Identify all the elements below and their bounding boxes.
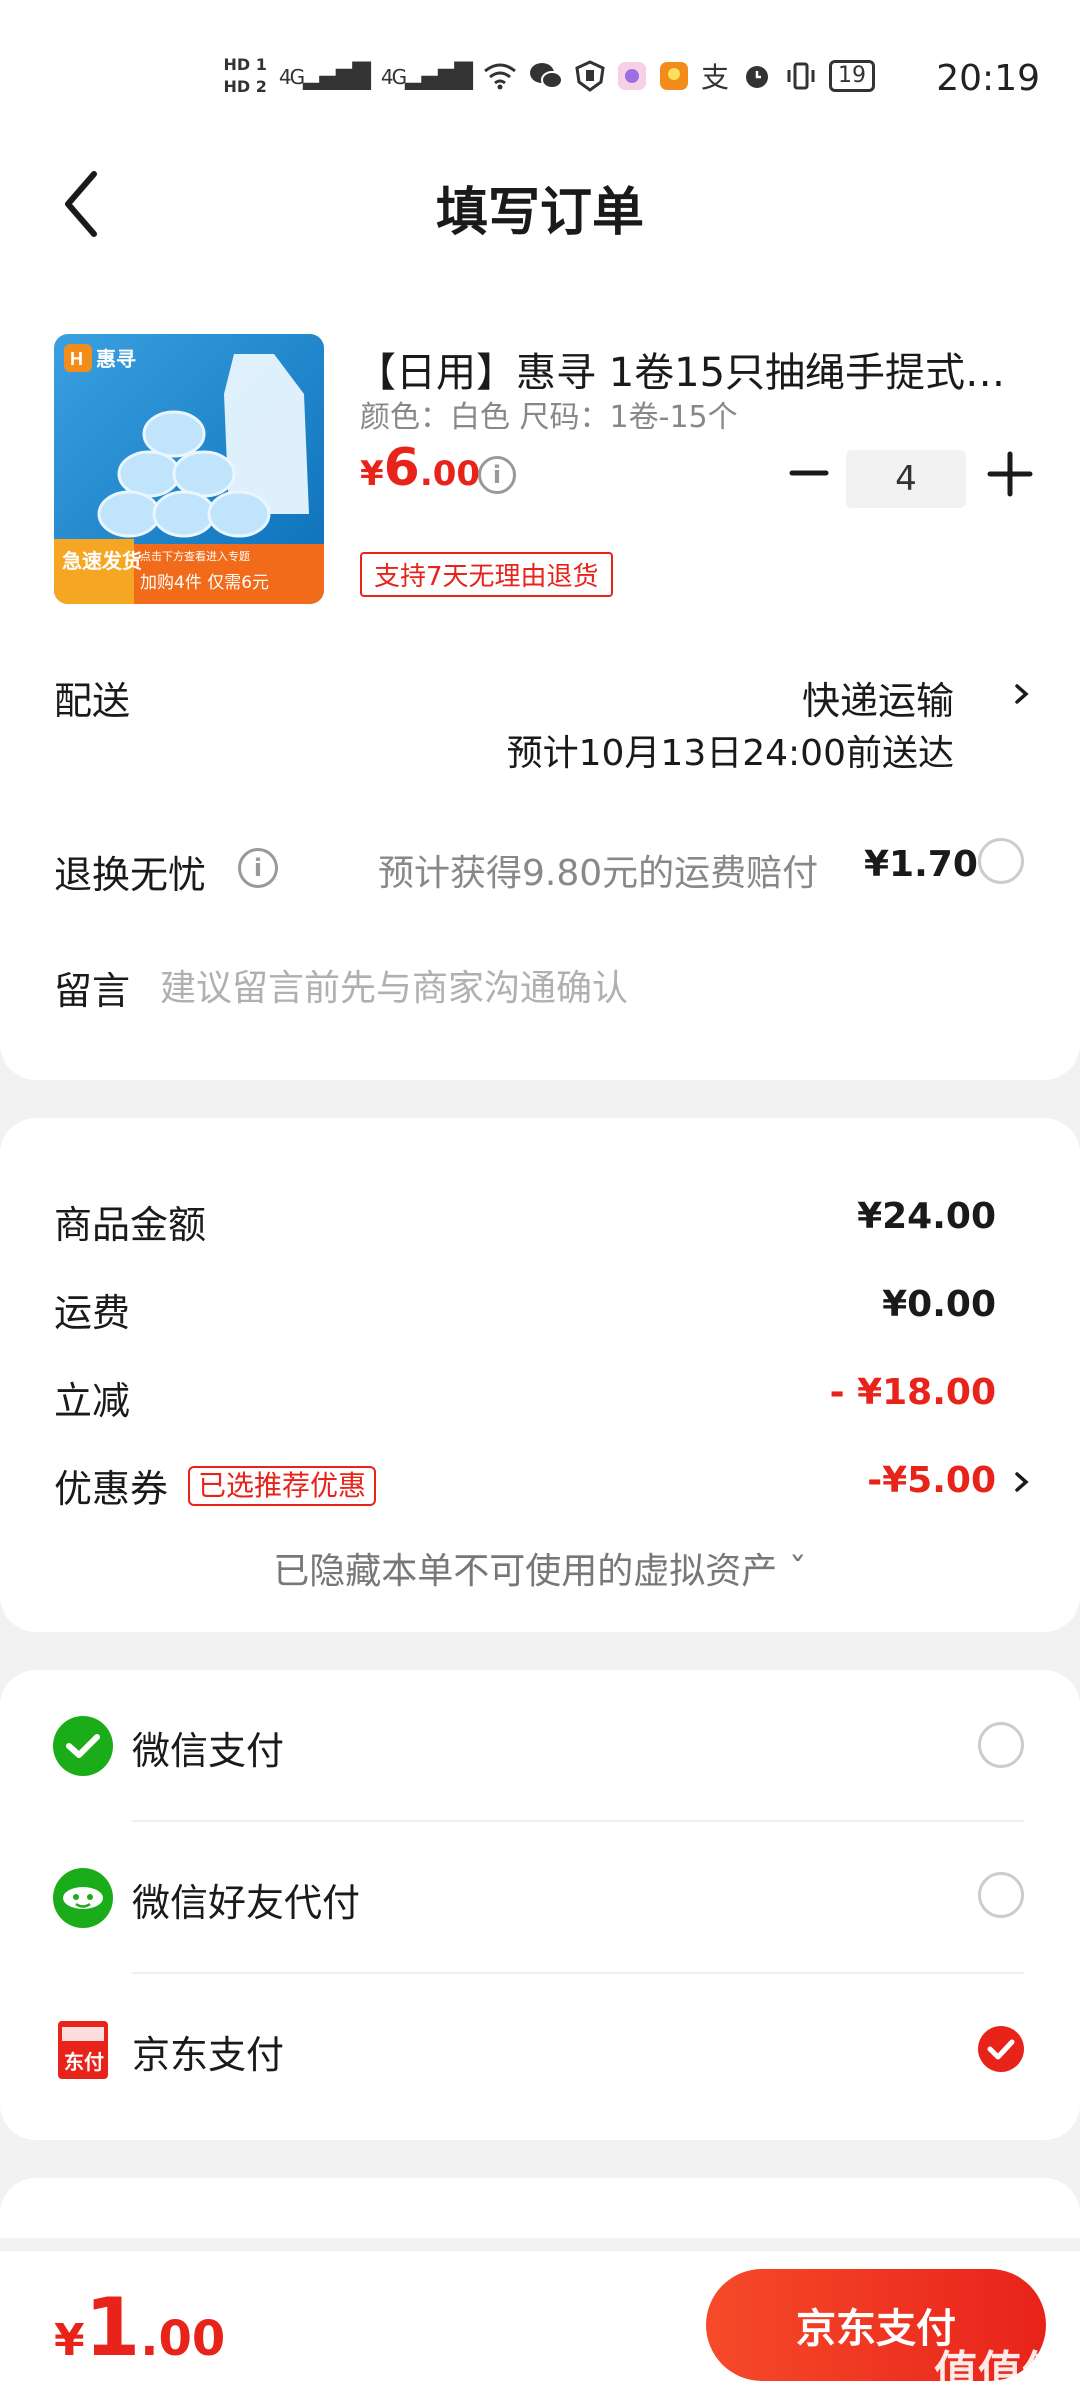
product-spec[interactable]: 颜色：白色 尺码：1卷-15个 <box>360 392 738 436</box>
clock: 20:19 <box>936 58 1040 99</box>
return-service-desc: 预计获得9.80元的运费赔付 <box>378 853 819 894</box>
product-speed-badge: 急速发货 <box>62 549 142 573</box>
title-bar: 填写订单 <box>0 150 1080 270</box>
alipay-status-icon: 支 <box>700 61 729 94</box>
payment-radio-wechat-friend[interactable] <box>978 1872 1024 1918</box>
wechat-friend-pay-icon <box>53 1868 113 1928</box>
alarm-icon <box>746 66 768 88</box>
payment-methods-card: 微信支付 微信好友代付 东付 京东支付 <box>0 1670 1080 2140</box>
return-service-radio[interactable] <box>978 838 1024 884</box>
signal-icon-1: 4G▂▄▆█ <box>278 62 371 90</box>
checkout-bar: ¥1.00 京东支付 <box>0 2250 1080 2401</box>
net1-label: 4G <box>278 65 305 89</box>
app-icon-colorful <box>617 62 646 90</box>
hd1-label: HD 1 <box>223 55 267 74</box>
payment-label-jd: 京东支付 <box>132 2033 285 2077</box>
discount-label: 立减 <box>54 1379 131 1423</box>
jd-pay-icon-text: 东付 <box>64 2050 104 2074</box>
product-image[interactable]: H 惠寻 急速发货 点击下方查看进入专题 加购4件 仅需6元 <box>54 334 324 604</box>
net2-label: 4G <box>380 65 407 89</box>
hd-indicator: HD 1 HD 2 <box>223 54 266 98</box>
coupon-value[interactable]: -¥5.00 <box>867 1460 996 1501</box>
quantity-value[interactable]: 4 <box>846 450 966 508</box>
coupon-chevron-right-icon[interactable] <box>1010 1466 1034 1498</box>
wechat-status-icon <box>529 63 563 89</box>
total-integer: 1 <box>84 2281 141 2374</box>
product-name[interactable]: 【日用】惠寻 1卷15只抽绳手提式垃圾袋 <box>356 340 1036 398</box>
price-decimal: .00 <box>419 454 481 494</box>
return-service-price: ¥1.70 <box>864 844 978 885</box>
payment-method-wechat-friend[interactable]: 微信好友代付 <box>0 1822 1080 1972</box>
vibrate-icon <box>787 62 815 90</box>
payment-label-wechat: 微信支付 <box>132 1729 285 1773</box>
wifi-icon <box>484 63 516 90</box>
svg-text:H: H <box>70 349 83 369</box>
product-thumbnail: H 惠寻 急速发货 点击下方查看进入专题 加购4件 仅需6元 <box>54 334 324 604</box>
status-icons: HD 1 HD 2 4G▂▄▆█ 4G▂▄▆█ 支 19 <box>223 54 875 98</box>
shipping-value: ¥0.00 <box>882 1284 996 1325</box>
price-integer: 6 <box>383 438 420 498</box>
check-icon <box>987 2039 1015 2060</box>
quantity-minus-button[interactable] <box>784 448 834 498</box>
quantity-plus-button[interactable] <box>982 446 1038 502</box>
product-brand-label: 惠寻 <box>96 347 136 371</box>
payment-radio-jd[interactable] <box>978 2026 1024 2072</box>
wechat-pay-icon <box>53 1716 113 1776</box>
jd-pay-icon: 东付 <box>58 2021 108 2079</box>
goods-amount-value: ¥24.00 <box>857 1196 996 1237</box>
order-details-card: H 惠寻 急速发货 点击下方查看进入专题 加购4件 仅需6元 【日用】惠寻 1卷… <box>0 270 1080 1080</box>
page-title: 填写订单 <box>435 183 644 243</box>
shipping-label: 运费 <box>54 1291 131 1335</box>
delivery-eta: 预计10月13日24:00前送达 <box>506 733 954 774</box>
total-price: ¥1.00 <box>54 2281 225 2374</box>
hand-shield-icon <box>575 60 605 92</box>
watermark-url: zhizhizhi.com <box>945 2382 1054 2401</box>
note-input[interactable] <box>160 958 1020 1018</box>
return-service-info-icon[interactable]: i <box>238 848 278 888</box>
payment-label-wechat-friend: 微信好友代付 <box>132 1881 361 1925</box>
return-service-label: 退换无忧 <box>54 853 207 897</box>
next-card-peek <box>0 2178 1080 2238</box>
hidden-assets-toggle[interactable]: 已隐藏本单不可使用的虚拟资产 ˇ <box>0 1542 1080 1594</box>
price-info-icon[interactable]: i <box>478 456 516 494</box>
return-policy-badge: 支持7天无理由退货 <box>360 552 613 597</box>
price-currency: ¥ <box>360 454 384 494</box>
note-label: 留言 <box>54 969 131 1013</box>
status-bar: HD 1 HD 2 4G▂▄▆█ 4G▂▄▆█ 支 19 20:19 <box>0 0 1080 150</box>
battery-icon: 19 <box>829 60 875 92</box>
discount-value: - ¥18.00 <box>829 1372 996 1413</box>
signal-icon-2: 4G▂▄▆█ <box>380 62 473 90</box>
goods-amount-label: 商品金额 <box>54 1203 207 1247</box>
total-currency: ¥ <box>54 2315 85 2366</box>
delivery-label: 配送 <box>54 679 131 723</box>
product-price: ¥6.00 <box>360 438 480 498</box>
payment-method-wechat[interactable]: 微信支付 <box>0 1670 1080 1820</box>
delivery-chevron-right-icon[interactable] <box>1010 678 1034 710</box>
product-promo-top: 点击下方查看进入专题 <box>140 549 250 563</box>
product-promo-bottom: 加购4件 仅需6元 <box>140 573 269 593</box>
total-decimal: .00 <box>140 2311 226 2367</box>
hd2-label: HD 2 <box>223 77 267 96</box>
payment-method-jd[interactable]: 东付 京东支付 <box>0 1974 1080 2124</box>
delivery-method[interactable]: 快递运输 <box>802 670 954 725</box>
coupon-badge[interactable]: 已选推荐优惠 <box>188 1466 377 1506</box>
app-icon-orange <box>659 62 688 90</box>
coupon-label: 优惠券 <box>54 1467 169 1511</box>
payment-radio-wechat[interactable] <box>978 1722 1024 1768</box>
